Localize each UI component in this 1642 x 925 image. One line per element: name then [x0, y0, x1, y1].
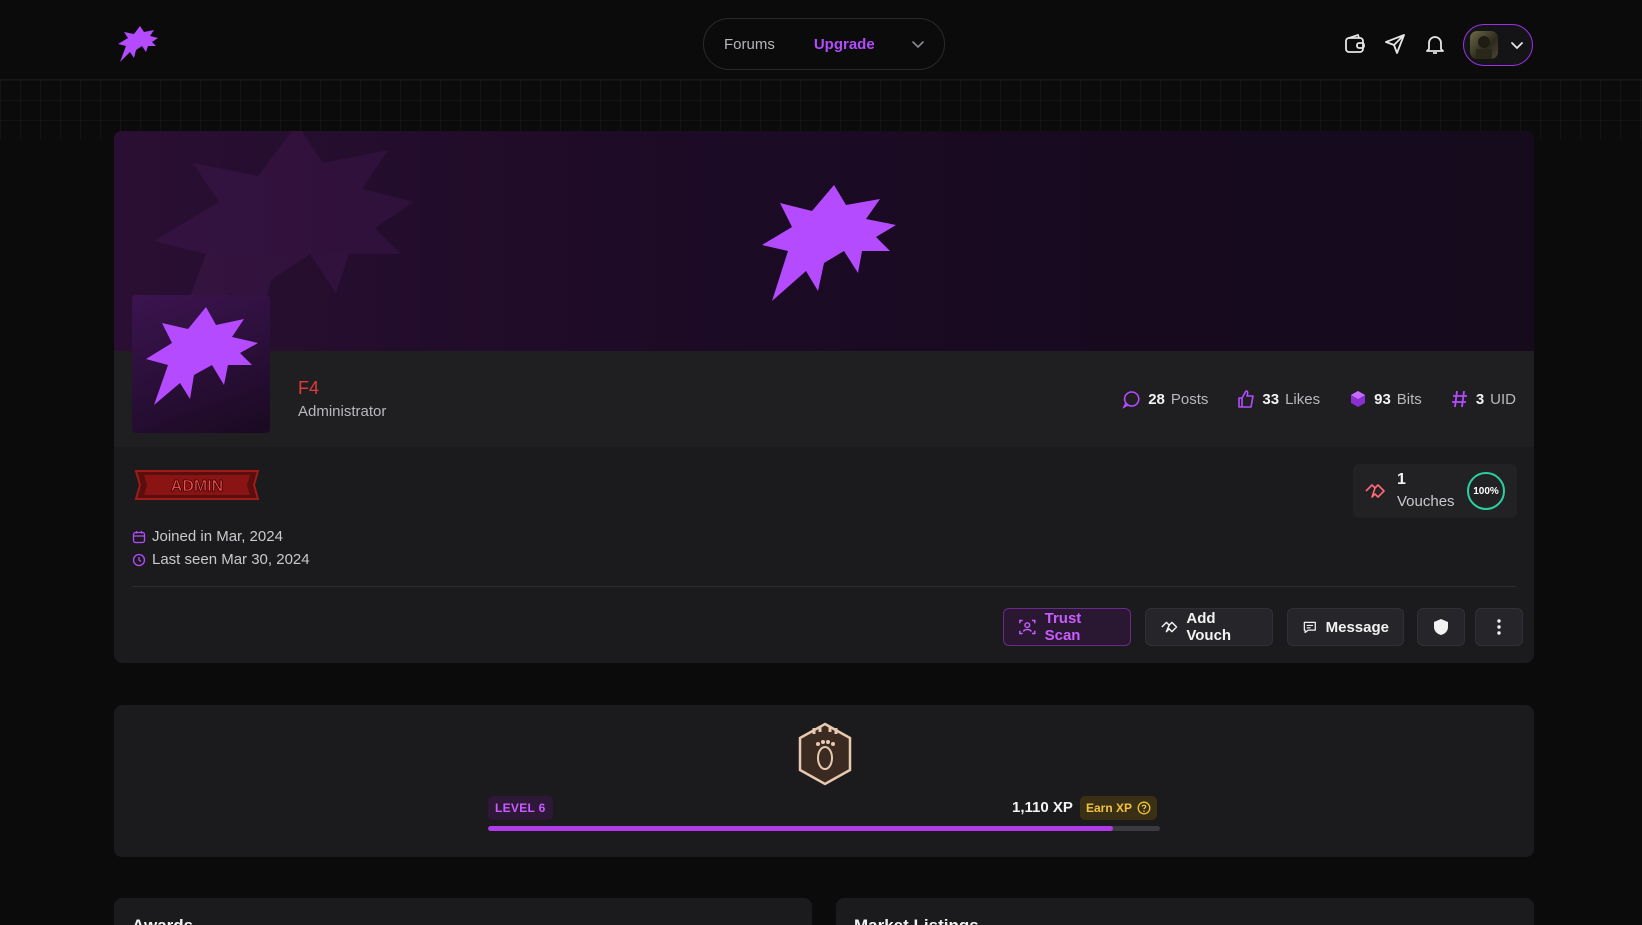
awards-section: Awards — [114, 898, 812, 925]
profile-picture — [132, 295, 270, 433]
earn-xp-label: Earn XP — [1086, 801, 1133, 815]
admin-badge-text: ADMIN — [171, 478, 223, 495]
bits-gem-icon — [1351, 391, 1366, 407]
level-card: LEVEL 6 1,110 XP Earn XP — [114, 705, 1534, 857]
message-button[interactable]: Message — [1287, 608, 1404, 646]
xp-progress-bar — [488, 826, 1160, 831]
stat-posts-label: Posts — [1170, 390, 1209, 408]
username: F4 — [298, 378, 320, 398]
joined-text: Joined in Mar, 2024 — [152, 528, 283, 545]
stat-likes-value: 33 — [1262, 390, 1280, 408]
add-vouch-button[interactable]: Add Vouch — [1145, 608, 1273, 646]
handshake-icon — [1161, 621, 1178, 633]
avatar — [1470, 31, 1498, 59]
message-label: Message — [1325, 618, 1389, 636]
trust-scan-button[interactable]: Trust Scan — [1003, 608, 1131, 646]
admin-badge: ADMIN — [134, 470, 260, 500]
market-listings-section: Market Listings — [836, 898, 1534, 925]
chat-bubble-icon — [1122, 391, 1140, 409]
bell-icon[interactable] — [1423, 32, 1447, 56]
chevron-down-icon[interactable] — [910, 36, 926, 52]
shield-icon — [1434, 619, 1448, 635]
message-icon — [1303, 621, 1316, 634]
hash-icon — [1451, 390, 1467, 408]
earn-xp-button[interactable]: Earn XP — [1080, 796, 1158, 820]
joined-date: Joined in Mar, 2024 — [132, 528, 283, 545]
profile-banner — [114, 131, 1534, 358]
divider — [132, 586, 1516, 587]
stat-bits-value: 93 — [1374, 390, 1391, 408]
shield-button[interactable] — [1417, 608, 1465, 646]
clock-icon — [132, 553, 146, 566]
nav-forums-link[interactable]: Forums — [724, 36, 775, 53]
vouch-percent-ring: 100% — [1467, 472, 1505, 510]
add-vouch-label: Add Vouch — [1186, 610, 1232, 644]
thumbs-up-icon — [1238, 390, 1255, 408]
stat-likes: 33 Likes — [1236, 389, 1320, 409]
wallet-icon[interactable] — [1343, 32, 1367, 56]
stat-posts-value: 28 — [1148, 390, 1165, 408]
site-logo-dragon-icon[interactable] — [116, 24, 160, 64]
xp-amount: 1,110 XP — [1012, 799, 1073, 816]
stat-posts: 28 Posts — [1122, 389, 1208, 409]
scan-user-icon — [1019, 619, 1036, 635]
user-role: Administrator — [298, 403, 387, 420]
level-tag: LEVEL 6 — [488, 796, 553, 820]
stat-uid-label: UID — [1490, 390, 1516, 408]
more-options-button[interactable] — [1475, 608, 1523, 646]
nav-upgrade-link[interactable]: Upgrade — [814, 36, 875, 53]
vouch-label: Vouches — [1397, 493, 1455, 510]
market-listings-title: Market Listings — [854, 916, 979, 925]
main-nav: Forums Upgrade — [703, 18, 945, 70]
profile-card: F4 Administrator 28 Posts 33 Likes 93 Bi… — [114, 131, 1534, 663]
user-menu-button[interactable] — [1463, 24, 1533, 66]
level-emblem-footprint-icon — [798, 722, 852, 786]
banner-dragon-logo-icon — [762, 185, 896, 301]
help-circle-icon — [1137, 801, 1151, 815]
stat-uid-value: 3 — [1475, 390, 1485, 408]
stat-bits-label: Bits — [1396, 390, 1422, 408]
top-navigation-bar: Forums Upgrade — [0, 0, 1642, 80]
handshake-icon — [1365, 484, 1385, 498]
more-vertical-icon — [1497, 619, 1501, 635]
xp-progress-fill — [488, 826, 1113, 831]
awards-title: Awards — [132, 916, 193, 925]
stat-uid: 3 UID — [1450, 389, 1516, 409]
profile-stats: 28 Posts 33 Likes 93 Bits 3 UID — [1122, 389, 1516, 409]
chevron-down-icon — [1511, 42, 1523, 50]
calendar-icon — [132, 530, 146, 543]
stat-likes-label: Likes — [1285, 390, 1321, 408]
vouch-count: 1 — [1397, 471, 1406, 488]
last-seen-text: Last seen Mar 30, 2024 — [152, 551, 310, 568]
last-seen: Last seen Mar 30, 2024 — [132, 551, 310, 568]
trust-scan-label: Trust Scan — [1044, 610, 1082, 644]
vouches-summary[interactable]: 1 Vouches 100% — [1353, 464, 1517, 518]
stat-bits: 93 Bits — [1348, 389, 1422, 409]
send-icon[interactable] — [1383, 32, 1407, 56]
